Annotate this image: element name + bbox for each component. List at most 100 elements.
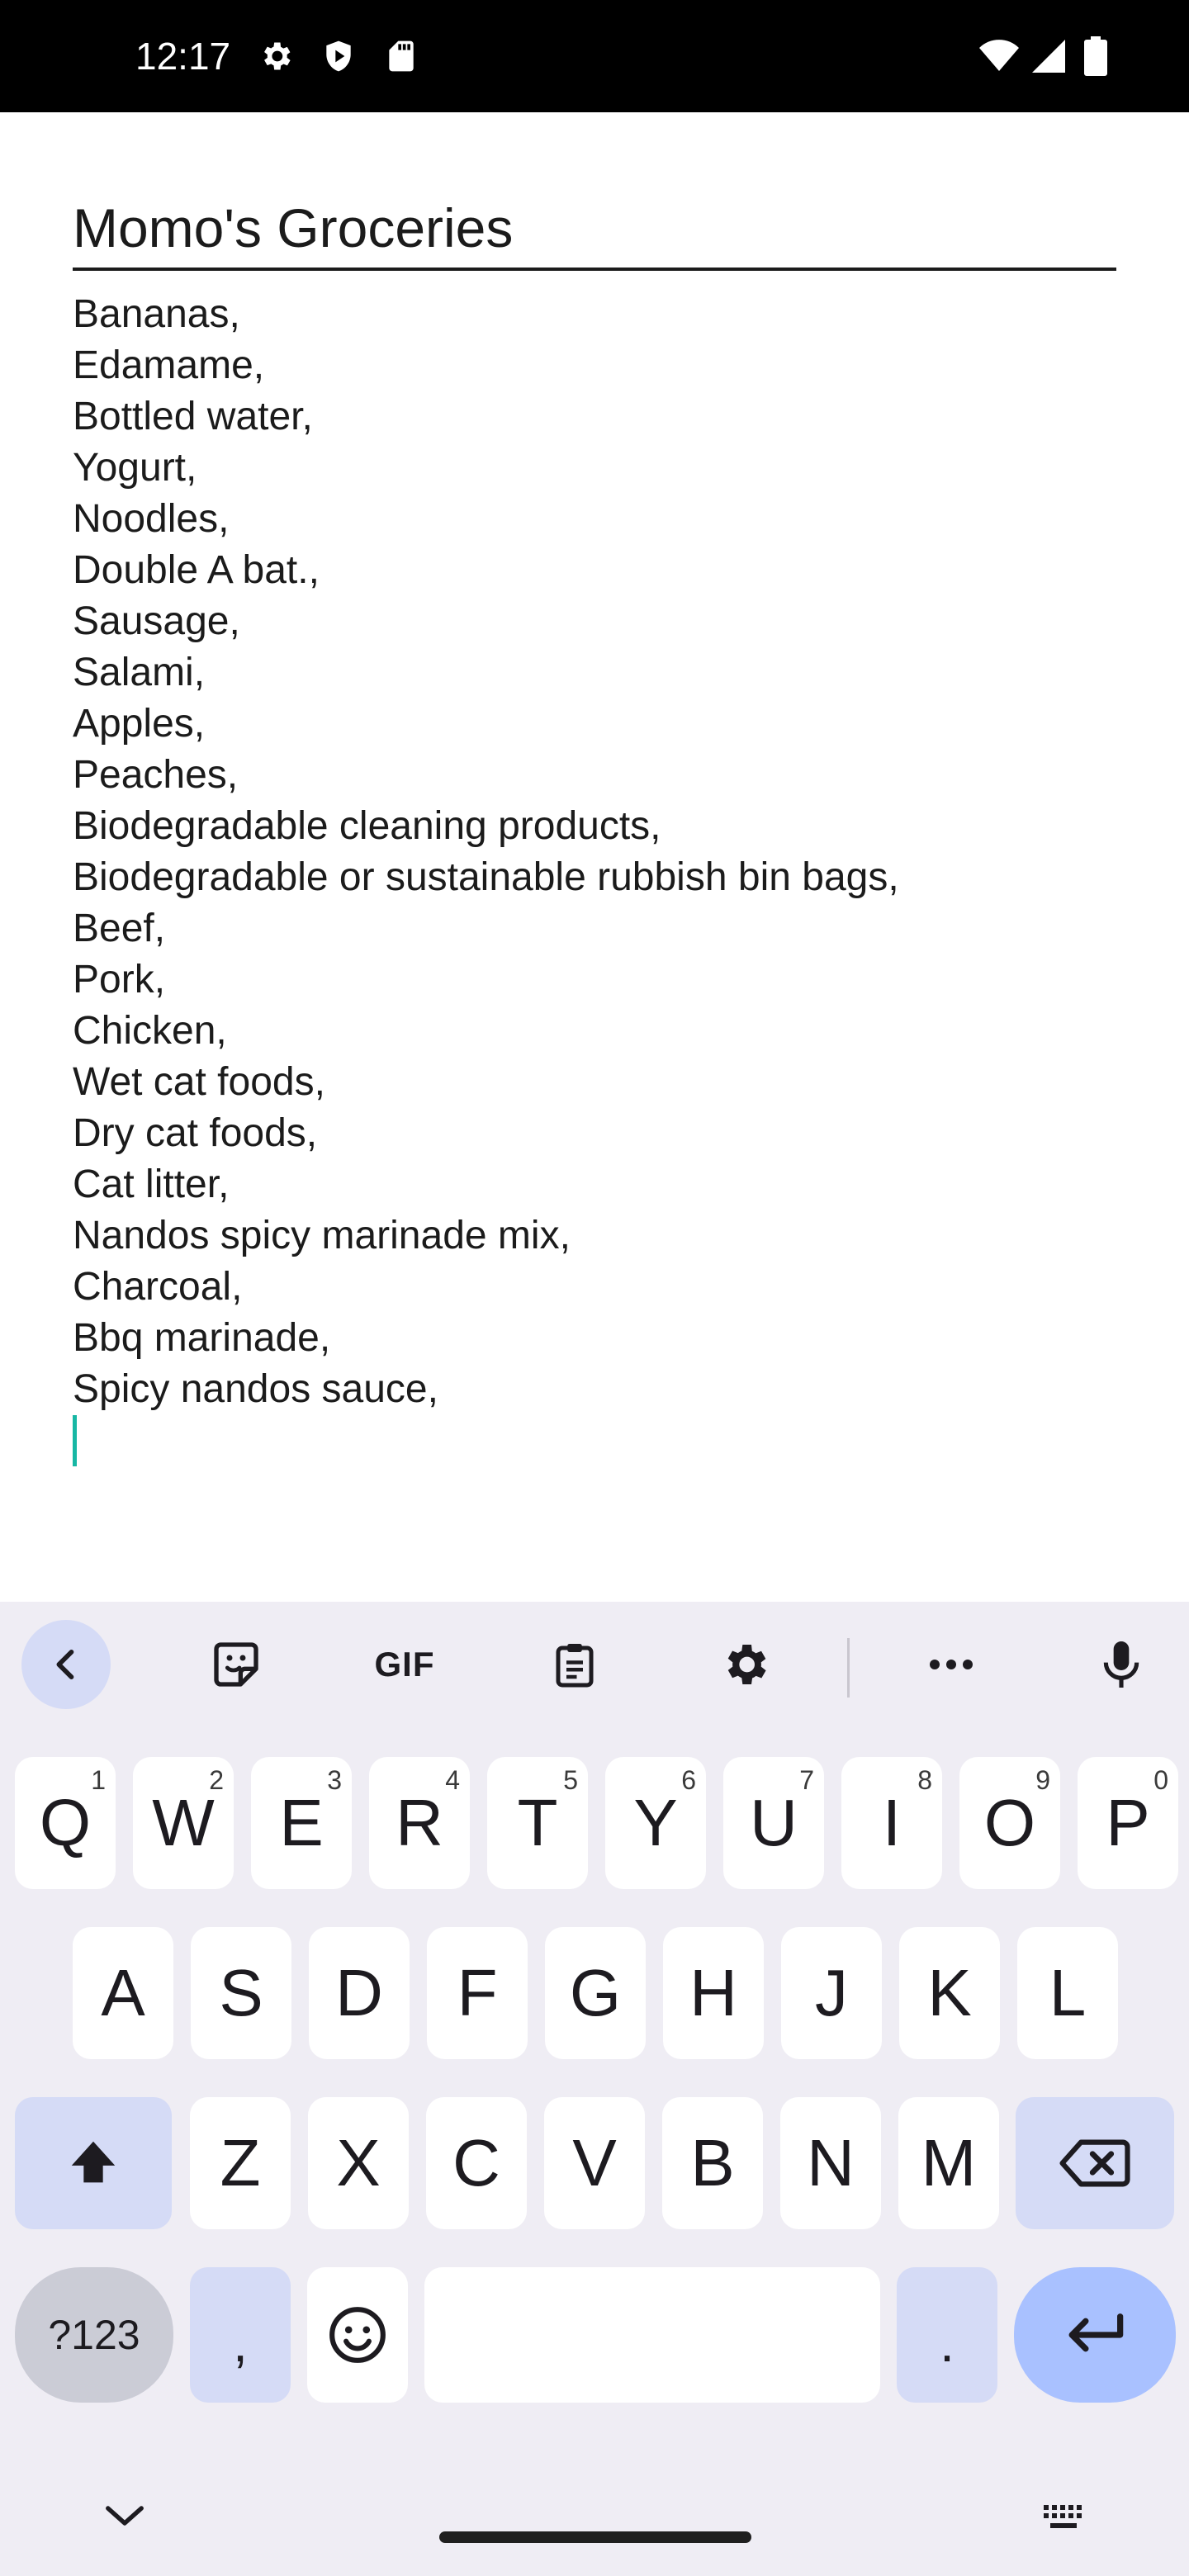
key-t[interactable]: T5 [487,1757,588,1889]
more-options-button[interactable] [907,1620,996,1709]
key-hint: 2 [209,1765,224,1795]
note-line: Bbq marinade, [73,1316,331,1360]
key-f[interactable]: F [427,1927,528,2059]
key-q[interactable]: Q1 [15,1757,116,1889]
gif-button[interactable]: GIF [360,1620,449,1709]
status-time: 12:17 [135,35,231,78]
note-line: Salami, [73,651,206,694]
key-m[interactable]: M [898,2097,999,2229]
note-line: Chicken, [73,1009,227,1053]
period-key[interactable]: . [897,2267,997,2403]
key-z[interactable]: Z [190,2097,291,2229]
sticker-button[interactable] [192,1620,281,1709]
note-line: Cat litter, [73,1163,230,1206]
key-label: G [569,1956,622,2029]
chevron-left-icon [56,1650,74,1679]
note-line: Beef, [73,907,166,950]
note-line: Noodles, [73,497,230,541]
note-line: Bottled water, [73,395,313,438]
soft-keyboard: GIF ?123 , . Q 1 W 2 E 3 R 4 T 5 Y 6 U 7… [0,1602,1189,2576]
key-label: R [396,1786,443,1859]
key-g[interactable]: G [545,1927,646,2059]
gear-icon [264,42,291,70]
note-line: Edamame, [73,343,265,387]
mic-icon [1103,1641,1139,1688]
key-label: H [689,1956,737,2029]
note-editor: Momo's Groceries Bananas, Edamame, Bottled… [0,112,1189,1598]
note-title-field[interactable]: Momo's Groceries [73,195,1116,271]
backspace-icon [1059,2139,1130,2187]
note-line: Bananas, [73,292,240,336]
keyboard-switch-icon[interactable] [1042,2503,1088,2533]
note-title: Momo's Groceries [73,197,514,258]
key-label: K [927,1956,972,2029]
enter-key[interactable] [1014,2267,1176,2403]
shift-key[interactable] [15,2097,172,2229]
key-u[interactable]: U7 [723,1757,824,1889]
settings-button[interactable] [700,1620,789,1709]
clipboard-button[interactable] [530,1620,619,1709]
key-a[interactable]: A [73,1927,173,2059]
gif-icon: GIF [374,1645,435,1683]
key-label: D [335,1956,383,2029]
note-body-field[interactable]: Bananas, Edamame, Bottled water, Yogurt, Noo… [73,289,1116,1577]
key-hint: 1 [91,1765,106,1795]
key-p[interactable]: P0 [1078,1757,1178,1889]
key-e[interactable]: E3 [251,1757,352,1889]
key-r[interactable]: R4 [369,1757,470,1889]
key-k[interactable]: K [899,1927,1000,2059]
note-line: Wet cat foods, [73,1060,325,1104]
key-l[interactable]: L [1017,1927,1118,2059]
key-label: J [815,1956,848,2029]
collapse-toolbar-button[interactable] [21,1620,111,1709]
symbols-key[interactable]: ?123 [15,2267,173,2403]
note-line: Dry cat foods, [73,1111,318,1155]
comma-key[interactable]: , [190,2267,291,2403]
note-line: Charcoal, [73,1265,243,1309]
battery-icon [1084,36,1107,76]
key-hint: 9 [1035,1765,1050,1795]
key-x[interactable]: X [308,2097,409,2229]
enter-arrow-icon [1068,2313,1124,2352]
key-label: T [517,1786,558,1859]
key-s[interactable]: S [191,1927,291,2059]
key-hint: 3 [327,1765,342,1795]
backspace-key[interactable] [1016,2097,1174,2229]
key-label: Y [633,1786,678,1859]
clipboard-icon [556,1644,594,1688]
key-w[interactable]: W2 [133,1757,234,1889]
key-i[interactable]: I8 [841,1757,942,1889]
period-label: . [940,2313,955,2373]
key-label: S [219,1956,263,2029]
key-hint: 0 [1153,1765,1168,1795]
key-v[interactable]: V [544,2097,645,2229]
keyboard-toolbar: GIF [0,1602,1189,1734]
emoji-key[interactable] [307,2267,408,2403]
sticker-icon [214,1642,258,1687]
chevron-down-icon[interactable] [102,2502,147,2530]
note-line: Sausage, [73,599,240,643]
home-gesture-handle[interactable] [439,2531,751,2543]
key-label: O [983,1786,1036,1859]
key-d[interactable]: D [309,1927,410,2059]
key-y[interactable]: Y6 [605,1757,706,1889]
key-label: U [750,1786,798,1859]
status-bar: 12:17 [0,0,1189,112]
key-n[interactable]: N [780,2097,881,2229]
key-j[interactable]: J [781,1927,882,2059]
key-o[interactable]: O9 [959,1757,1060,1889]
key-label: P [1106,1786,1150,1859]
emoji-icon [329,2307,386,2363]
note-line: Apples, [73,702,206,746]
key-label: M [921,2126,977,2200]
key-b[interactable]: B [662,2097,763,2229]
note-line: Double A bat., [73,548,320,592]
key-label: B [690,2126,735,2200]
key-h[interactable]: H [663,1927,764,2059]
voice-input-button[interactable] [1077,1620,1166,1709]
key-label: Q [39,1786,92,1859]
key-c[interactable]: C [426,2097,527,2229]
spacebar[interactable] [424,2267,880,2403]
navigation-bar [0,2452,1189,2576]
signal-icon [1032,40,1065,73]
